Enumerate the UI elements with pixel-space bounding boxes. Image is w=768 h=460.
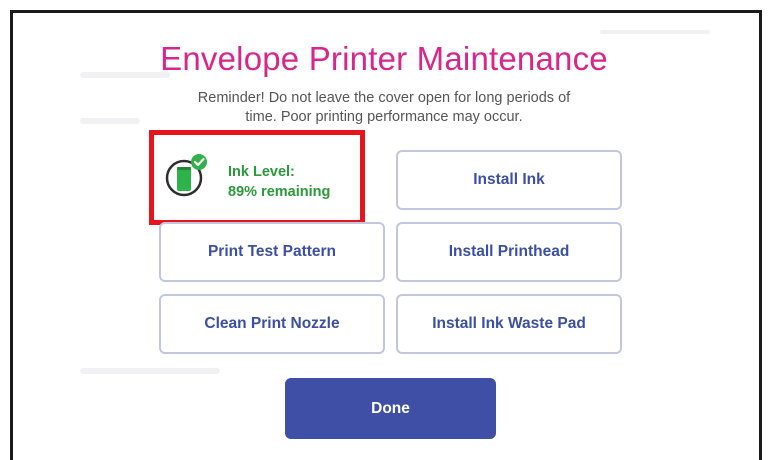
page-title: Envelope Printer Maintenance — [160, 40, 608, 77]
done-label: Done — [371, 399, 410, 417]
ink-level-highlight — [149, 130, 365, 225]
clean-print-nozzle-label: Clean Print Nozzle — [204, 315, 340, 332]
print-test-pattern-button[interactable]: Print Test Pattern — [159, 222, 385, 282]
print-test-pattern-label: Print Test Pattern — [207, 243, 337, 260]
install-ink-waste-pad-label: Install Ink Waste Pad — [432, 315, 586, 332]
install-printhead-label: Install Printhead — [448, 243, 570, 260]
background-ghost — [600, 30, 710, 34]
background-ghost — [80, 118, 140, 124]
reminder-line: Reminder! Do not leave the cover open fo… — [197, 90, 571, 106]
install-printhead-button[interactable]: Install Printhead — [396, 222, 622, 282]
background-ghost — [80, 368, 220, 374]
install-ink-waste-pad-button[interactable]: Install Ink Waste Pad — [396, 294, 622, 354]
clean-print-nozzle-button[interactable]: Clean Print Nozzle — [159, 294, 385, 354]
reminder-line: time. Poor printing performance may occu… — [245, 109, 523, 125]
reminder-text: Reminder! Do not leave the cover open fo… — [174, 89, 594, 127]
install-ink-button[interactable]: Install Ink — [396, 150, 622, 210]
install-ink-label: Install Ink — [473, 171, 545, 188]
done-button[interactable]: Done — [285, 378, 496, 439]
